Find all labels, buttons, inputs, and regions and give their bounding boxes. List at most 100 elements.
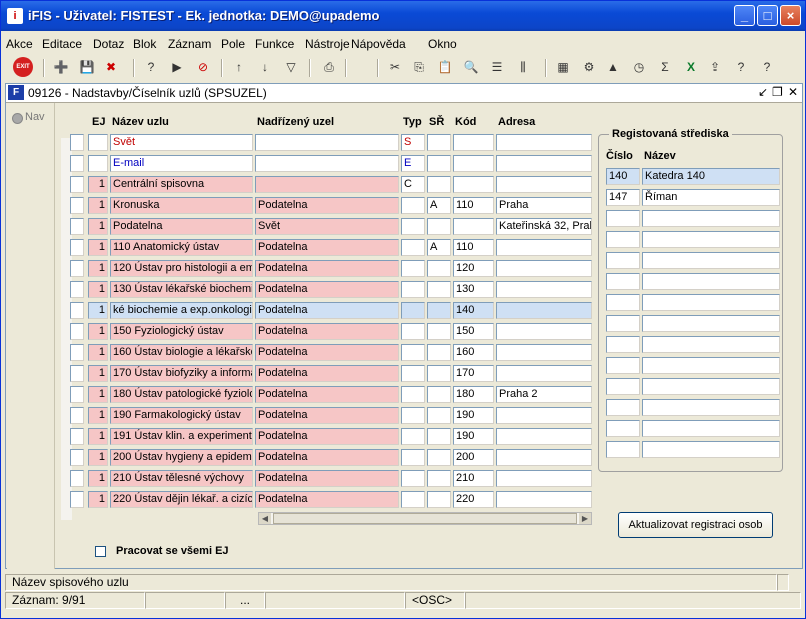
- update-registration-button[interactable]: Aktualizovat registraci osob: [618, 512, 773, 538]
- cell-typ[interactable]: [401, 302, 425, 319]
- cell-ej[interactable]: 1: [88, 281, 108, 298]
- cell-sr[interactable]: [427, 302, 451, 319]
- row-selector[interactable]: [70, 176, 84, 193]
- query-execute-icon[interactable]: ▶: [167, 57, 187, 77]
- cell-adresa[interactable]: Praha 2: [496, 386, 592, 403]
- menu-0[interactable]: Akce: [6, 37, 33, 51]
- reg-cell-nazev[interactable]: [642, 252, 780, 269]
- cell-ej[interactable]: 1: [88, 260, 108, 277]
- menu-9[interactable]: Okno: [428, 37, 457, 51]
- cell-kod[interactable]: 110: [453, 197, 494, 214]
- paste-icon[interactable]: 📋: [435, 57, 455, 77]
- cell-nadrizeny[interactable]: Podatelna: [255, 491, 399, 508]
- row-selector[interactable]: [70, 155, 84, 172]
- close-button[interactable]: ×: [780, 5, 801, 26]
- row-selector[interactable]: [70, 470, 84, 487]
- cell-sr[interactable]: [427, 323, 451, 340]
- cell-nazev[interactable]: 220 Ústav dějin lékař. a cizích jazyků: [110, 491, 253, 508]
- cell-adresa[interactable]: Kateřinská 32, Praha: [496, 218, 592, 235]
- row-selector[interactable]: [70, 323, 84, 340]
- row-selector[interactable]: [70, 218, 84, 235]
- cell-ej[interactable]: 1: [88, 218, 108, 235]
- save-icon[interactable]: 💾: [77, 57, 97, 77]
- cell-nadrizeny[interactable]: Podatelna: [255, 281, 399, 298]
- export-icon[interactable]: ⇪: [705, 57, 725, 77]
- cell-sr[interactable]: A: [427, 239, 451, 256]
- menu-2[interactable]: Dotaz: [93, 37, 124, 51]
- cell-adresa[interactable]: [496, 155, 592, 172]
- reg-cell-cislo[interactable]: [606, 441, 640, 458]
- cell-typ[interactable]: [401, 449, 425, 466]
- cell-ej[interactable]: 1: [88, 323, 108, 340]
- reg-cell-nazev[interactable]: [642, 294, 780, 311]
- reg-cell-nazev[interactable]: [642, 315, 780, 332]
- cell-ej[interactable]: 1: [88, 491, 108, 508]
- columns-icon[interactable]: ⫼: [513, 57, 533, 77]
- reg-cell-cislo[interactable]: [606, 378, 640, 395]
- cell-kod[interactable]: 190: [453, 407, 494, 424]
- cell-nadrizeny[interactable]: Podatelna: [255, 239, 399, 256]
- cell-adresa[interactable]: [496, 344, 592, 361]
- reg-cell-nazev[interactable]: [642, 273, 780, 290]
- cell-ej[interactable]: 1: [88, 470, 108, 487]
- cell-sr[interactable]: [427, 134, 451, 151]
- reg-cell-cislo[interactable]: [606, 399, 640, 416]
- cell-nadrizeny[interactable]: Podatelna: [255, 344, 399, 361]
- cell-typ[interactable]: E: [401, 155, 425, 172]
- zoom-icon[interactable]: 🔍: [461, 57, 481, 77]
- cell-adresa[interactable]: [496, 365, 592, 382]
- cell-sr[interactable]: [427, 386, 451, 403]
- cell-ej[interactable]: 1: [88, 428, 108, 445]
- cell-nazev[interactable]: Centrální spisovna: [110, 176, 253, 193]
- cell-nazev[interactable]: 110 Anatomický ústav: [110, 239, 253, 256]
- sort-desc-icon[interactable]: ↓: [255, 57, 275, 77]
- cell-sr[interactable]: A: [427, 197, 451, 214]
- sort-asc-icon[interactable]: ↑: [229, 57, 249, 77]
- cell-typ[interactable]: [401, 281, 425, 298]
- cell-typ[interactable]: [401, 428, 425, 445]
- cell-sr[interactable]: [427, 344, 451, 361]
- cell-kod[interactable]: 210: [453, 470, 494, 487]
- cell-ej[interactable]: 1: [88, 344, 108, 361]
- row-selector[interactable]: [70, 428, 84, 445]
- cell-nadrizeny[interactable]: Podatelna: [255, 407, 399, 424]
- cell-nazev[interactable]: 150 Fyziologický ústav: [110, 323, 253, 340]
- cell-sr[interactable]: [427, 176, 451, 193]
- reg-cell-cislo[interactable]: [606, 273, 640, 290]
- cell-sr[interactable]: [427, 155, 451, 172]
- reg-cell-nazev[interactable]: Katedra 140: [642, 168, 780, 185]
- cell-kod[interactable]: [453, 218, 494, 235]
- cell-nazev[interactable]: E-mail: [110, 155, 253, 172]
- cell-nazev[interactable]: 210 Ústav tělesné výchovy: [110, 470, 253, 487]
- cell-nazev[interactable]: 120 Ústav pro histologii a embryologii: [110, 260, 253, 277]
- cell-sr[interactable]: [427, 491, 451, 508]
- cell-kod[interactable]: [453, 134, 494, 151]
- cell-typ[interactable]: [401, 407, 425, 424]
- row-selector[interactable]: [70, 197, 84, 214]
- work-all-ej-checkbox[interactable]: [95, 546, 106, 557]
- cell-ej[interactable]: [88, 134, 108, 151]
- reg-cell-nazev[interactable]: [642, 378, 780, 395]
- cell-adresa[interactable]: Praha: [496, 197, 592, 214]
- cell-kod[interactable]: 180: [453, 386, 494, 403]
- settings-icon[interactable]: ⚙: [579, 57, 599, 77]
- nav-radio[interactable]: [12, 113, 23, 124]
- cell-typ[interactable]: [401, 470, 425, 487]
- reg-cell-nazev[interactable]: [642, 399, 780, 416]
- excel-icon[interactable]: X: [681, 57, 701, 77]
- menu-1[interactable]: Editace: [42, 37, 82, 51]
- cell-kod[interactable]: 140: [453, 302, 494, 319]
- cell-sr[interactable]: [427, 470, 451, 487]
- cell-kod[interactable]: 220: [453, 491, 494, 508]
- cut-icon[interactable]: ✂: [385, 57, 405, 77]
- cell-nadrizeny[interactable]: [255, 134, 399, 151]
- row-selector[interactable]: [70, 134, 84, 151]
- menu-6[interactable]: Funkce: [255, 37, 294, 51]
- cell-adresa[interactable]: [496, 491, 592, 508]
- add-record-icon[interactable]: ➕: [51, 57, 71, 77]
- cell-nadrizeny[interactable]: Podatelna: [255, 386, 399, 403]
- cell-nazev[interactable]: 180 Ústav patologické fyziologie: [110, 386, 253, 403]
- scroll-left-icon[interactable]: ◀: [259, 513, 271, 524]
- cell-adresa[interactable]: [496, 239, 592, 256]
- cell-ej[interactable]: 1: [88, 386, 108, 403]
